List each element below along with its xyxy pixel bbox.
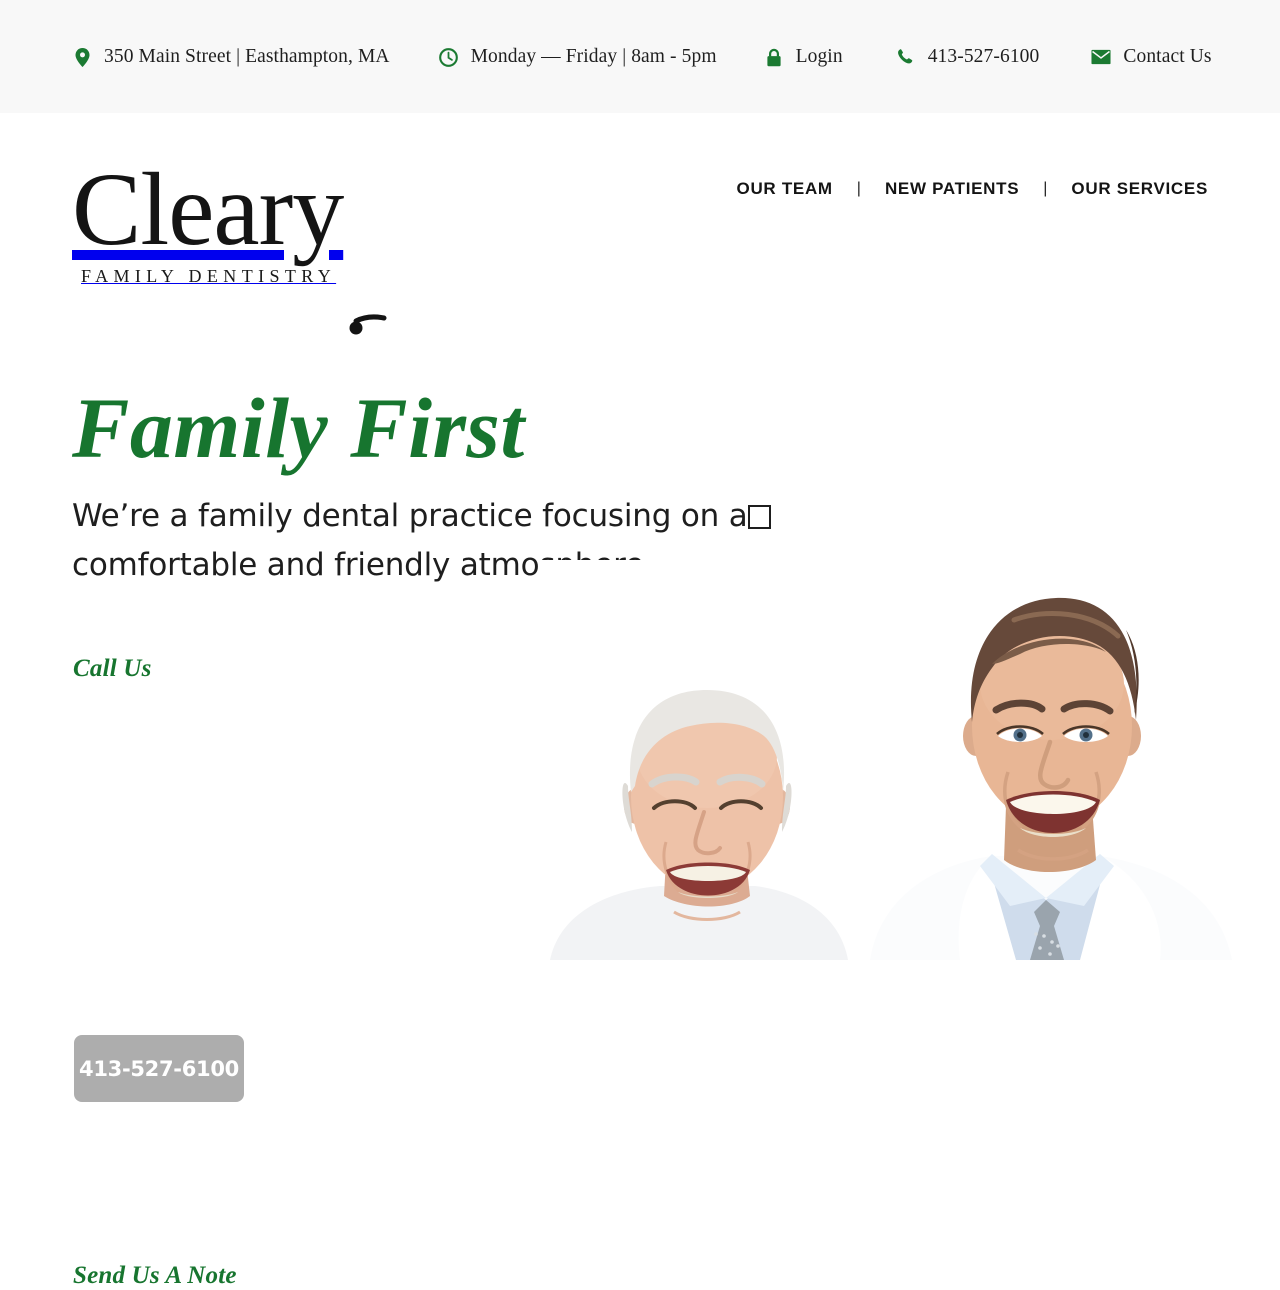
send-us-a-note-label: Send Us A Note (73, 1262, 237, 1289)
lock-icon (764, 47, 784, 67)
topbar-item-login[interactable]: Login (764, 43, 843, 71)
missing-glyph-box (747, 505, 771, 529)
call-us-label: Call Us (73, 655, 152, 682)
clock-icon (439, 47, 459, 67)
topbar-item-hours[interactable]: Monday — Friday | 8am - 5pm (439, 43, 717, 71)
topbar-phone-text: 413-527-6100 (927, 46, 1040, 67)
two-dentists-photo (540, 560, 1280, 960)
nav-item-new-patients[interactable]: NEW PATIENTS (885, 179, 1019, 199)
site-logo[interactable]: Cleary FAMILY DENTISTRY (72, 152, 392, 335)
logo-wordmark: Cleary (72, 152, 344, 267)
main-navigation: OUR TEAM | NEW PATIENTS | OUR SERVICES (737, 177, 1208, 201)
top-utility-bar-items: 350 Main Street | Easthampton, MA Monday… (72, 43, 1212, 71)
topbar-login-text: Login (795, 46, 843, 67)
topbar-item-phone[interactable]: 413-527-6100 (896, 43, 1040, 71)
topbar-hours-text: Monday — Friday | 8am - 5pm (470, 46, 717, 67)
call-phone-button-label: 413-527-6100 (79, 1056, 239, 1081)
map-pin-icon (72, 47, 92, 67)
nav-separator: | (856, 180, 861, 197)
topbar-item-address[interactable]: 350 Main Street | Easthampton, MA (72, 43, 390, 71)
call-phone-button[interactable]: 413-527-6100 (74, 1035, 244, 1102)
hero-subheadline-line-1: We’re a family dental practice focusing … (72, 498, 748, 534)
topbar-contact-text: Contact Us (1123, 46, 1212, 67)
logo-tagline: FAMILY DENTISTRY (81, 266, 337, 286)
envelope-icon (1091, 47, 1111, 67)
top-utility-bar: 350 Main Street | Easthampton, MA Monday… (0, 0, 1280, 113)
topbar-address-text: 350 Main Street | Easthampton, MA (104, 46, 390, 67)
nav-item-our-team[interactable]: OUR TEAM (737, 179, 833, 199)
nav-separator: | (1043, 180, 1048, 197)
topbar-item-contact[interactable]: Contact Us (1091, 43, 1211, 71)
site-header: Cleary FAMILY DENTISTRY OUR TEAM | NEW P… (0, 113, 1280, 335)
phone-icon (896, 47, 916, 67)
hero-headline: Family First (72, 380, 525, 476)
nav-item-our-services[interactable]: OUR SERVICES (1071, 179, 1208, 199)
